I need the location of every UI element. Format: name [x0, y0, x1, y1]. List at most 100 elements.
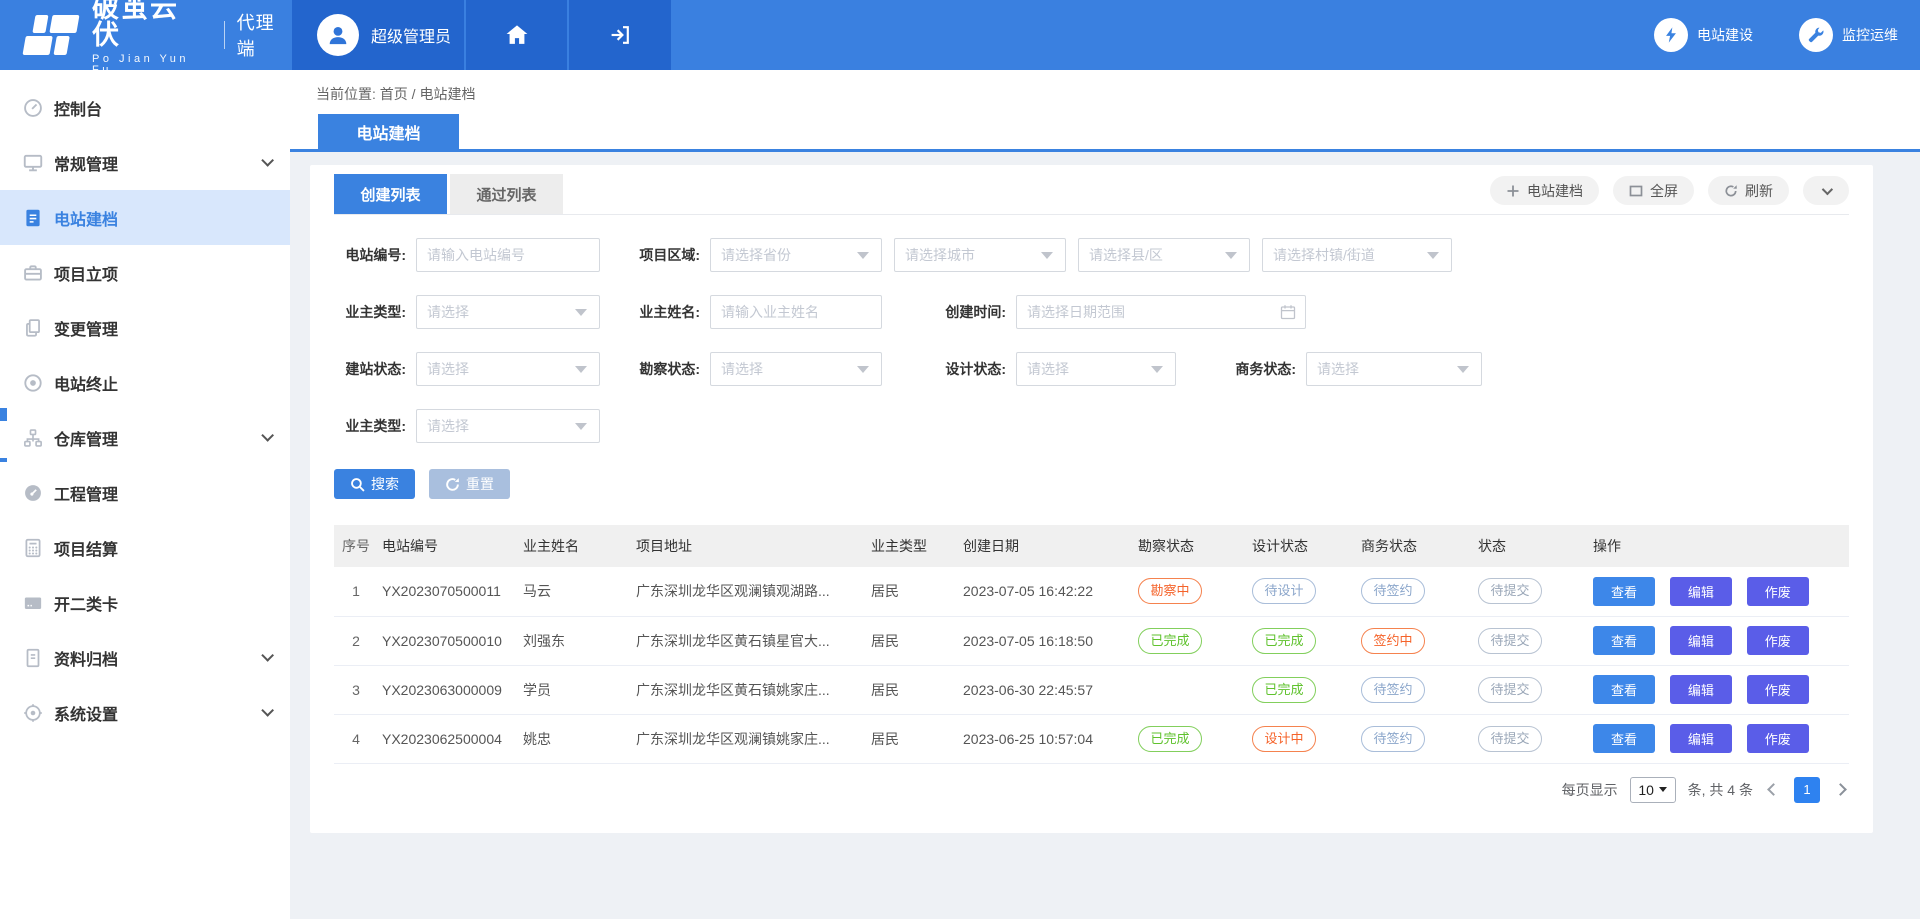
sidebar-item-label: 项目立项: [54, 261, 118, 285]
table-header-row: 序号 电站编号 业主姓名 项目地址 业主类型 创建日期 勘察状态 设计状态 商务…: [334, 525, 1849, 567]
home-button[interactable]: [466, 0, 567, 70]
sidebar-item-project-initiation[interactable]: 项目立项: [0, 245, 290, 300]
calendar-icon[interactable]: [1280, 304, 1296, 320]
sidebar-item-label: 开二类卡: [54, 591, 118, 615]
cell-address: 广东深圳龙华区黄石镇姚家庄...: [632, 665, 867, 714]
stations-table: 序号 电站编号 业主姓名 项目地址 业主类型 创建日期 勘察状态 设计状态 商务…: [334, 525, 1849, 764]
next-page-button[interactable]: [1834, 783, 1847, 796]
cell-address: 广东深圳龙华区观澜镇观湖路...: [632, 567, 867, 616]
nav-monitor-ops[interactable]: 监控运维: [1799, 18, 1898, 52]
briefcase-icon: [22, 262, 44, 284]
province-select[interactable]: 请选择省份: [710, 238, 882, 272]
page-size-select[interactable]: 10: [1630, 777, 1676, 803]
chevron-down-icon: [857, 252, 869, 259]
cell-survey-empty: [1134, 665, 1248, 714]
nav-station-build[interactable]: 电站建设: [1654, 18, 1753, 52]
county-select[interactable]: 请选择县/区: [1078, 238, 1250, 272]
tab-passed-list[interactable]: 通过列表: [450, 174, 563, 214]
sidebar-item-warehouse-mgmt[interactable]: 仓库管理: [0, 410, 290, 465]
sidebar-item-project-settlement[interactable]: 项目结算: [0, 520, 290, 575]
refresh-button[interactable]: 刷新: [1708, 176, 1789, 205]
home-icon: [504, 22, 530, 48]
cell-no: 1: [334, 567, 378, 616]
brand-logo-icon: [22, 15, 83, 55]
sidebar-item-engineering-mgmt[interactable]: 工程管理: [0, 465, 290, 520]
col-header: 业主类型: [867, 525, 959, 567]
create-station-button[interactable]: 电站建档: [1490, 176, 1599, 205]
search-button[interactable]: 搜索: [334, 469, 415, 499]
sidebar-item-station-termination[interactable]: 电站终止: [0, 355, 290, 410]
edit-button[interactable]: 编辑: [1670, 675, 1732, 704]
col-header: 商务状态: [1357, 525, 1474, 567]
col-header: 序号: [334, 525, 378, 567]
collapse-toolbar-button[interactable]: [1803, 176, 1849, 205]
calculator-icon: [22, 537, 44, 559]
chevron-down-icon: [575, 423, 587, 430]
design-status-label: 设计状态:: [882, 359, 1006, 379]
page-number-button[interactable]: 1: [1794, 777, 1820, 803]
owner-name-input[interactable]: [721, 304, 871, 320]
view-button[interactable]: 查看: [1593, 675, 1655, 704]
status-badge: 勘察中: [1138, 578, 1202, 604]
sidebar-item-open-type2-card[interactable]: 开二类卡: [0, 575, 290, 630]
logout-button[interactable]: [569, 0, 671, 70]
build-status-select[interactable]: 请选择: [416, 352, 600, 386]
document-icon: [22, 207, 44, 229]
view-button[interactable]: 查看: [1593, 724, 1655, 753]
edit-button[interactable]: 编辑: [1670, 577, 1732, 606]
cell-code: YX2023062500004: [378, 714, 519, 763]
page-tab-station-archive[interactable]: 电站建档: [318, 114, 459, 149]
status-badge: 待设计: [1252, 578, 1316, 604]
station-archive-panel: 创建列表 通过列表 电站建档 全屏: [310, 165, 1873, 833]
cell-date: 2023-06-25 10:57:04: [959, 714, 1134, 763]
void-button[interactable]: 作废: [1747, 577, 1809, 606]
fullscreen-button[interactable]: 全屏: [1613, 176, 1694, 205]
edit-button[interactable]: 编辑: [1670, 724, 1732, 753]
cell-owner: 刘强东: [519, 616, 632, 665]
sidebar-item-change-mgmt[interactable]: 变更管理: [0, 300, 290, 355]
reset-button[interactable]: 重置: [429, 469, 510, 499]
business-status-select[interactable]: 请选择: [1306, 352, 1482, 386]
brand-title: 破茧云伏: [92, 0, 208, 49]
create-time-range-input[interactable]: [1027, 304, 1295, 320]
sidebar-item-station-archive[interactable]: 电站建档: [0, 190, 290, 245]
scroll-marker: [0, 458, 7, 462]
username: 超级管理员: [371, 23, 451, 47]
tab-create-list[interactable]: 创建列表: [334, 174, 447, 214]
station-code-input[interactable]: [427, 247, 589, 263]
plus-icon: [1506, 184, 1520, 198]
city-select[interactable]: 请选择城市: [894, 238, 1066, 272]
main-area: 当前位置: 首页 / 电站建档 电站建档 创建列表 通过列表: [290, 70, 1920, 919]
survey-status-select[interactable]: 请选择: [710, 352, 882, 386]
status-badge: 签约中: [1361, 628, 1425, 654]
sidebar-item-data-archive[interactable]: 资料归档: [0, 630, 290, 685]
void-button[interactable]: 作废: [1747, 724, 1809, 753]
cell-code: YX2023070500010: [378, 616, 519, 665]
view-button[interactable]: 查看: [1593, 577, 1655, 606]
void-button[interactable]: 作废: [1747, 675, 1809, 704]
sidebar-item-console[interactable]: 控制台: [0, 80, 290, 135]
build-status-label: 建站状态:: [334, 359, 406, 379]
chevron-down-icon: [1225, 252, 1237, 259]
design-status-select[interactable]: 请选择: [1016, 352, 1176, 386]
avatar: [317, 14, 359, 56]
gear-icon: [22, 702, 44, 724]
cell-type: 居民: [867, 567, 959, 616]
col-header: 业主姓名: [519, 525, 632, 567]
user-menu[interactable]: 超级管理员: [292, 0, 464, 70]
edit-button[interactable]: 编辑: [1670, 626, 1732, 655]
file-icon: [22, 647, 44, 669]
owner-type-select[interactable]: 请选择: [416, 295, 600, 329]
owner-type2-select[interactable]: 请选择: [416, 409, 600, 443]
void-button[interactable]: 作废: [1747, 626, 1809, 655]
view-button[interactable]: 查看: [1593, 626, 1655, 655]
sidebar-item-general-mgmt[interactable]: 常规管理: [0, 135, 290, 190]
prev-page-button[interactable]: [1767, 783, 1780, 796]
sidebar-item-system-settings[interactable]: 系统设置: [0, 685, 290, 740]
breadcrumb-home-link[interactable]: 首页: [380, 86, 408, 102]
nav-monitor-ops-label: 监控运维: [1842, 25, 1898, 45]
status-badge: 已完成: [1252, 677, 1316, 703]
col-header: 操作: [1589, 525, 1849, 567]
town-select[interactable]: 请选择村镇/街道: [1262, 238, 1452, 272]
cell-address: 广东深圳龙华区黄石镇星官大...: [632, 616, 867, 665]
